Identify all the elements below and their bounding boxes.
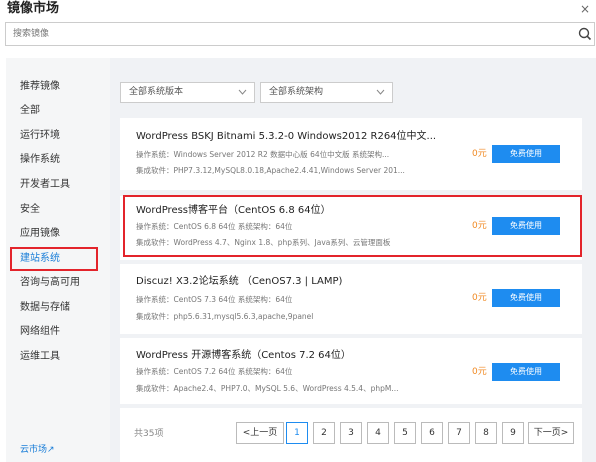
cloud-market-link[interactable]: 云市场↗ [20,444,55,456]
page-button-3[interactable]: 3 [340,422,362,444]
page-button-8[interactable]: 8 [475,422,497,444]
sidebar-item-security[interactable]: 安全 [20,203,40,217]
image-os: 操作系统：Windows Server 2012 R2 数据中心版 64位中文版… [136,150,390,159]
next-page-button[interactable]: 下一页> [528,422,574,444]
prev-page-button[interactable]: <上一页 [236,422,284,444]
sidebar-item-runtime[interactable]: 运行环境 [20,129,60,143]
pagination: 共35项 <上一页 1 2 3 4 5 6 7 8 9 下一页> [120,408,582,462]
page-button-5[interactable]: 5 [394,422,416,444]
page-button-4[interactable]: 4 [367,422,389,444]
image-price: 0元 [472,149,487,159]
image-title[interactable]: WordPress 开源博客系统（Centos 7.2 64位） [136,349,351,362]
image-card: Discuz! X3.2论坛系统 （CenOS7.3 | LAMP) 操作系统：… [120,264,582,334]
page-button-9[interactable]: 9 [502,422,524,444]
image-title[interactable]: WordPress BSKJ Bitnami 5.3.2-0 Windows20… [136,130,436,143]
page-button-2[interactable]: 2 [313,422,335,444]
image-list-panel: 全部系统版本 全部系统架构 WordPress BSKJ Bitnami 5.3… [110,58,596,462]
sidebar-item-recommended[interactable]: 推荐镜像 [20,80,60,94]
page-button-6[interactable]: 6 [421,422,443,444]
free-use-button[interactable]: 免费使用 [492,145,560,163]
search-icon[interactable] [576,23,594,45]
image-price: 0元 [472,367,487,377]
free-use-button[interactable]: 免费使用 [492,363,560,381]
active-item-highlight [10,247,98,271]
chevron-down-icon [238,89,247,95]
search-bar[interactable]: 搜索镜像 [5,22,595,46]
page-title: 镜像市场 [7,1,60,16]
window-header: 镜像市场 × [0,0,596,20]
image-os: 操作系统：CentOS 7.2 64位 系统架构：64位 [136,367,293,376]
card-highlight [123,195,582,257]
version-select[interactable]: 全部系统版本 [120,82,255,103]
sidebar-item-os[interactable]: 操作系统 [20,153,60,167]
free-use-button[interactable]: 免费使用 [492,289,560,307]
page-button-7[interactable]: 7 [448,422,470,444]
sidebar-item-network[interactable]: 网络组件 [20,325,60,339]
image-os: 操作系统：CentOS 7.3 64位 系统架构：64位 [136,295,293,304]
image-software: 集成软件：PHP7.3.12,MySQL8.0.18,Apache2.4.41,… [136,166,405,175]
sidebar-item-devtools[interactable]: 开发者工具 [20,178,70,192]
category-sidebar: 推荐镜像 全部 运行环境 操作系统 开发者工具 安全 应用镜像 建站系统 咨询与… [6,58,110,462]
page-button-1[interactable]: 1 [286,422,308,444]
chevron-down-icon [376,89,385,95]
sidebar-item-all[interactable]: 全部 [20,104,40,118]
image-title[interactable]: Discuz! X3.2论坛系统 （CenOS7.3 | LAMP) [136,275,342,288]
sidebar-item-ha[interactable]: 咨询与高可用 [20,276,80,290]
sidebar-item-storage[interactable]: 数据与存储 [20,301,70,315]
arch-select-value: 全部系统架构 [269,87,324,97]
image-software: 集成软件：php5.6.31,mysql5.6.3,apache,9panel [136,312,314,321]
close-icon[interactable]: × [580,2,590,16]
arch-select[interactable]: 全部系统架构 [260,82,393,103]
image-price: 0元 [472,293,487,303]
image-software: 集成软件：Apache2.4、PHP7.0、MySQL 5.6、WordPres… [136,384,399,393]
image-card: WordPress 开源博客系统（Centos 7.2 64位） 操作系统：Ce… [120,338,582,404]
version-select-value: 全部系统版本 [129,87,184,97]
total-count: 共35项 [134,429,164,439]
search-input[interactable]: 搜索镜像 [13,23,49,45]
sidebar-item-ops[interactable]: 运维工具 [20,350,60,364]
image-card: WordPress BSKJ Bitnami 5.3.2-0 Windows20… [120,118,582,190]
sidebar-item-apps[interactable]: 应用镜像 [20,227,60,241]
